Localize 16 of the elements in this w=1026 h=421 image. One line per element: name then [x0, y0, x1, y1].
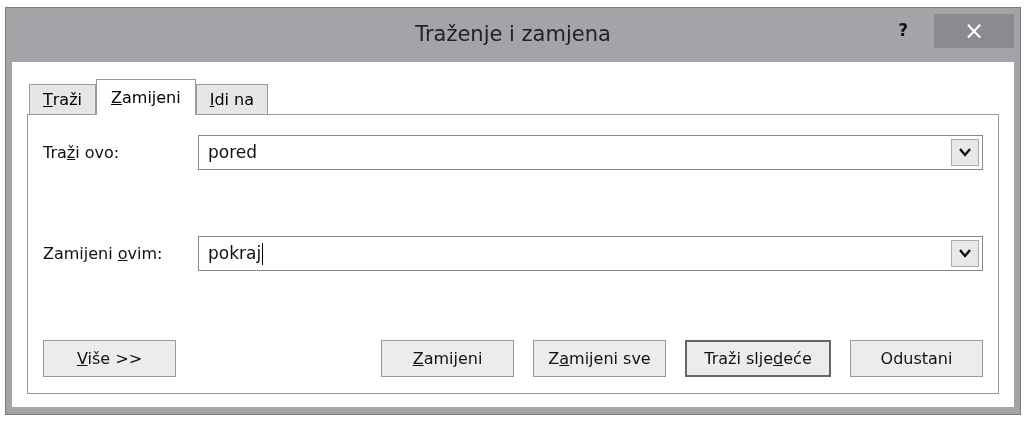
window-title: Traženje i zamjena — [415, 21, 611, 49]
help-button[interactable]: ? — [898, 18, 908, 44]
dialog-button[interactable]: Zamijeni sve — [533, 340, 666, 377]
dropdown-icon[interactable] — [951, 240, 979, 267]
combo-field[interactable]: pored — [198, 135, 983, 170]
tab[interactable]: Traži — [29, 84, 96, 114]
dialog-button[interactable]: Odustani — [850, 340, 983, 377]
field-label: Traži ovo: — [43, 141, 121, 164]
tab[interactable]: Idi na — [195, 84, 269, 114]
dropdown-icon[interactable] — [951, 139, 979, 166]
dialog-button[interactable]: Traži sljedeće — [685, 340, 831, 377]
combo-field[interactable]: pokraj — [198, 236, 983, 271]
dialog-button[interactable]: Zamijeni — [381, 340, 514, 377]
tab[interactable]: Zamijeni — [96, 79, 196, 115]
more-button[interactable]: Više >> — [43, 340, 176, 377]
field-label: Zamijeni ovim: — [43, 242, 164, 265]
